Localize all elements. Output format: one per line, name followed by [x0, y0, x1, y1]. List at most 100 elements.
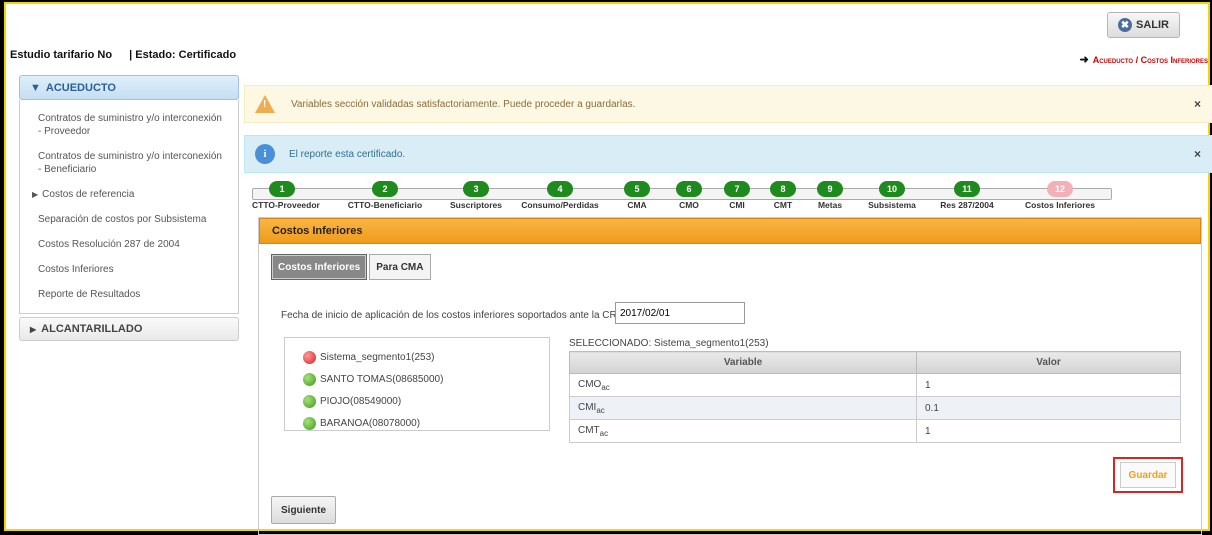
- accordion-alcantarillado-label: ALCANTARILLADO: [41, 323, 143, 335]
- step-badge: 10: [879, 181, 905, 197]
- sidebar-item-reporte[interactable]: Reporte de Resultados: [20, 282, 238, 307]
- variable-cell: CMOac: [569, 373, 917, 397]
- breadcrumb[interactable]: ➜ Acueducto / Costos Inferiores: [1079, 53, 1208, 66]
- variable-name: CMO: [578, 378, 602, 390]
- tree-item-label: SANTO TOMAS(08685000): [320, 373, 444, 385]
- step-label: Subsistema: [868, 200, 916, 210]
- step-badge: 11: [954, 181, 980, 197]
- tree-item-label: Sistema_segmento1(253): [320, 351, 435, 363]
- wizard-step-8[interactable]: 8 CMT: [768, 178, 798, 210]
- system-tree: Sistema_segmento1(253) SANTO TOMAS(08685…: [284, 337, 550, 431]
- tree-item[interactable]: BARANOA(08078000): [303, 412, 549, 434]
- variable-cell: CMTac: [569, 419, 917, 443]
- wizard-step-11[interactable]: 11 Res 287/2004: [937, 178, 997, 210]
- sidebar-item-res-287[interactable]: Costos Resolución 287 de 2004: [20, 232, 238, 257]
- step-badge: 12: [1047, 181, 1073, 197]
- tree-item[interactable]: SANTO TOMAS(08685000): [303, 368, 549, 390]
- step-badge: 9: [817, 181, 843, 197]
- estudio-text: Estudio tarifario No: [10, 49, 113, 61]
- selected-label: SELECCIONADO: Sistema_segmento1(253): [569, 338, 769, 349]
- close-icon[interactable]: ×: [1194, 147, 1201, 161]
- fecha-label: Fecha de inicio de aplicación de los cos…: [281, 310, 624, 321]
- close-circle-icon: ✖: [1118, 18, 1132, 32]
- estado-text: | Estado: Certificado: [129, 49, 237, 61]
- wizard-step-12[interactable]: 12 Costos Inferiores: [1020, 178, 1100, 210]
- variable-name: CMT: [578, 424, 600, 436]
- variable-name: CMI: [578, 401, 597, 413]
- info-alert: i El reporte esta certificado. ×: [244, 135, 1212, 173]
- sidebar-item-costos-inferiores[interactable]: Costos Inferiores: [20, 257, 238, 282]
- wizard-step-4[interactable]: 4 Consumo/Perdidas: [520, 178, 600, 210]
- wizard-step-3[interactable]: 3 Suscriptores: [446, 178, 506, 210]
- step-label: CMO: [679, 200, 699, 210]
- step-label: Costos Inferiores: [1025, 200, 1095, 210]
- sidebar-item-costos-referencia[interactable]: ▶ Costos de referencia: [20, 182, 238, 207]
- costos-inferiores-panel: Costos Inferiores Costos Inferiores Para…: [258, 217, 1202, 535]
- guardar-button[interactable]: Guardar: [1119, 462, 1177, 488]
- caret-right-icon: ▶: [30, 324, 37, 334]
- accordion-acueducto-label: ACUEDUCTO: [45, 81, 116, 94]
- step-label: CTTO-Proveedor: [252, 200, 320, 210]
- info-alert-text: El reporte esta certificado.: [289, 148, 406, 160]
- siguiente-button[interactable]: Siguiente: [271, 496, 337, 524]
- guardar-highlight: Guardar: [1113, 457, 1183, 493]
- fecha-input[interactable]: [615, 302, 745, 324]
- step-label: CMT: [773, 200, 793, 210]
- salir-label: SALIR: [1136, 19, 1169, 31]
- step-badge: 4: [547, 181, 573, 197]
- tab-para-cma[interactable]: Para CMA: [369, 254, 431, 280]
- accordion-alcantarillado[interactable]: ▶ ALCANTARILLADO: [19, 317, 239, 341]
- step-badge: 2: [372, 181, 398, 197]
- step-label: CTTO-Beneficiario: [347, 200, 423, 210]
- close-icon[interactable]: ×: [1194, 97, 1201, 111]
- table-row: CMIac 0.1: [569, 396, 1181, 420]
- status-green-icon: [303, 416, 316, 430]
- step-label: Consumo/Perdidas: [521, 200, 599, 210]
- tree-item-label: PIOJO(08549000): [320, 395, 402, 407]
- tree-item[interactable]: Sistema_segmento1(253): [303, 346, 549, 368]
- variables-table: Variable Valor CMOac 1 CMIac 0.1 CMTac 1: [569, 351, 1181, 443]
- tree-item[interactable]: PIOJO(08549000): [303, 390, 549, 412]
- wizard-step-5[interactable]: 5 CMA: [622, 178, 652, 210]
- wizard-step-7[interactable]: 7 CMI: [722, 178, 752, 210]
- step-label: Suscriptores: [450, 200, 502, 210]
- status-green-icon: [303, 372, 316, 386]
- panel-tabs: Costos Inferiores Para CMA: [271, 254, 431, 280]
- accordion-acueducto[interactable]: ▼ ACUEDUCTO: [19, 75, 239, 100]
- tree-item-label: BARANOA(08078000): [320, 417, 421, 429]
- wizard-step-6[interactable]: 6 CMO: [674, 178, 704, 210]
- step-badge: 8: [770, 181, 796, 197]
- wizard-step-10[interactable]: 10 Subsistema: [867, 178, 917, 210]
- value-cell[interactable]: 1: [916, 419, 1181, 443]
- app-frame: ✖ SALIR Estudio tarifario No | Estado: C…: [4, 2, 1212, 535]
- status-green-icon: [303, 394, 316, 408]
- sidebar-item-label: Costos de referencia: [42, 189, 135, 200]
- wizard-step-2[interactable]: 2 CTTO-Beneficiario: [340, 178, 430, 210]
- step-label: Res 287/2004: [940, 200, 994, 210]
- warning-icon: !: [255, 95, 275, 113]
- step-label: CMI: [729, 200, 745, 210]
- sidebar-item-separacion[interactable]: Separación de costos por Subsistema: [20, 207, 238, 232]
- sidebar-item-label: Contratos de suministro y/o interconexió…: [38, 113, 222, 137]
- value-cell[interactable]: 0.1: [916, 396, 1181, 420]
- column-header-valor: Valor: [916, 351, 1181, 374]
- sidebar-item-label: Costos Inferiores: [38, 264, 114, 275]
- step-label: CMA: [627, 200, 647, 210]
- table-row: CMOac 1: [569, 373, 1181, 397]
- value-cell[interactable]: 1: [916, 373, 1181, 397]
- accordion-acueducto-body: Contratos de suministro y/o interconexió…: [19, 100, 239, 314]
- warning-alert: ! Variables sección validadas satisfacto…: [244, 85, 1212, 123]
- variable-cell: CMIac: [569, 396, 917, 420]
- caret-right-icon: ▶: [32, 190, 39, 199]
- salir-button[interactable]: ✖ SALIR: [1107, 12, 1180, 38]
- wizard-step-9[interactable]: 9 Metas: [812, 178, 848, 210]
- sidebar-item-ctto-proveedor[interactable]: Contratos de suministro y/o interconexió…: [20, 106, 238, 144]
- variable-subscript: ac: [599, 428, 609, 438]
- wizard-step-1[interactable]: 1 CTTO-Proveedor: [252, 178, 320, 210]
- sidebar-item-ctto-beneficiario[interactable]: Contratos de suministro y/o interconexió…: [20, 144, 238, 182]
- info-icon: i: [255, 144, 275, 164]
- tab-costos-inferiores[interactable]: Costos Inferiores: [271, 254, 368, 280]
- warning-alert-text: Variables sección validadas satisfactori…: [291, 98, 636, 110]
- sidebar: ▼ ACUEDUCTO Contratos de suministro y/o …: [19, 75, 239, 341]
- wizard-steps: 1 CTTO-Proveedor 2 CTTO-Beneficiario 3 Susc…: [252, 178, 1112, 212]
